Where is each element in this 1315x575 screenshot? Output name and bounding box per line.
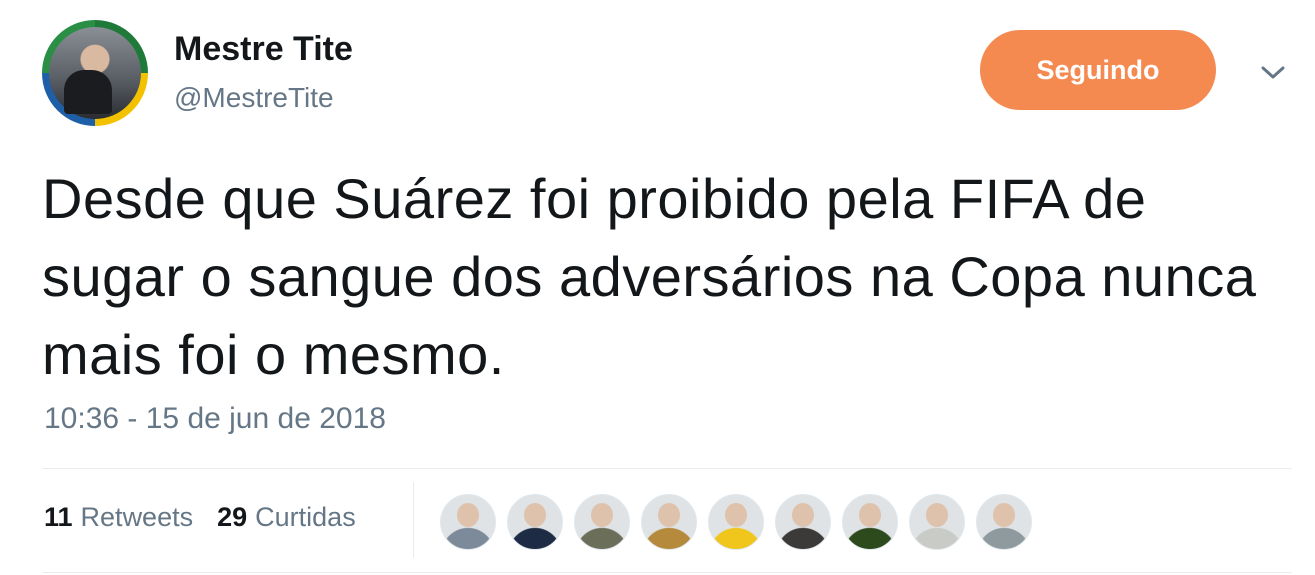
likes-stat[interactable]: 29 Curtidas <box>217 502 356 533</box>
liker-avatar[interactable] <box>574 494 630 550</box>
liker-avatar[interactable] <box>708 494 764 550</box>
likes-label: Curtidas <box>255 502 356 532</box>
liker-avatar[interactable] <box>641 494 697 550</box>
author-avatar[interactable] <box>42 20 148 126</box>
stats-separator <box>413 482 414 558</box>
author-name[interactable]: Mestre Tite <box>174 30 353 69</box>
tweet-text: Desde que Suárez foi proibido pela FIFA … <box>42 167 1257 386</box>
likers-avatars <box>440 494 1043 550</box>
author-handle[interactable]: @MestreTite <box>174 82 334 114</box>
divider <box>42 468 1292 469</box>
chevron-down-icon[interactable] <box>1256 56 1290 90</box>
following-button[interactable]: Seguindo <box>980 30 1216 110</box>
retweets-stat[interactable]: 11 Retweets <box>44 502 193 533</box>
tweet-stats: 11 Retweets 29 Curtidas <box>44 502 380 533</box>
liker-avatar[interactable] <box>507 494 563 550</box>
liker-avatar[interactable] <box>976 494 1032 550</box>
retweets-label: Retweets <box>80 502 194 532</box>
liker-avatar[interactable] <box>775 494 831 550</box>
retweets-count: 11 <box>44 502 73 532</box>
tweet-timestamp[interactable]: 10:36 - 15 de jun de 2018 <box>44 402 386 436</box>
liker-avatar[interactable] <box>842 494 898 550</box>
liker-avatar[interactable] <box>909 494 965 550</box>
likes-count: 29 <box>217 502 248 532</box>
avatar-figure <box>64 70 112 114</box>
divider <box>42 572 1292 573</box>
liker-avatar[interactable] <box>440 494 496 550</box>
